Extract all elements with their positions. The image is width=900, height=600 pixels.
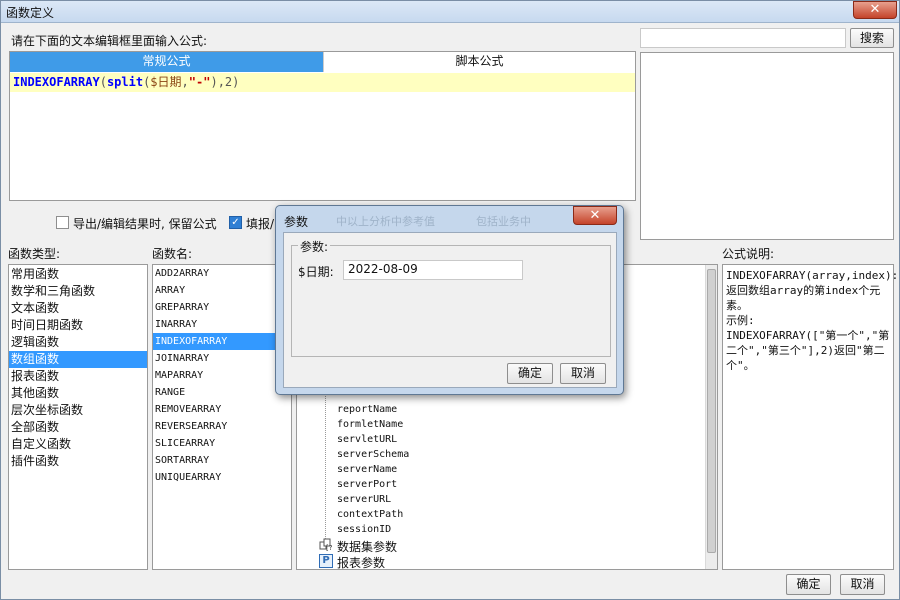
function-type-list[interactable]: 常用函数 数学和三角函数 文本函数 时间日期函数 逻辑函数 数组函数 报表函数 … bbox=[8, 264, 148, 570]
background-title-fragment: 包括业务中 bbox=[476, 215, 531, 228]
function-name-item[interactable]: REVERSEARRAY bbox=[153, 418, 291, 435]
description-line: 二个","第三个"],2)返回"第二 bbox=[726, 344, 885, 357]
description-line: INDEXOFARRAY(["第一个","第 bbox=[726, 329, 890, 342]
dataset-param-icon: [?] bbox=[319, 538, 335, 552]
function-name-item[interactable]: JOINARRAY bbox=[153, 350, 291, 367]
formula-editor[interactable]: 常规公式 脚本公式 INDEXOFARRAY(split($日期,"-"),2) bbox=[9, 51, 636, 201]
formula-string: "-" bbox=[188, 75, 211, 89]
date-param-input[interactable]: 2022-08-09 bbox=[343, 260, 523, 280]
editor-instruction: 请在下面的文本编辑框里面输入公式: bbox=[11, 34, 208, 48]
tree-group-dataset-params[interactable]: 数据集参数 bbox=[337, 538, 397, 555]
parameter-group: 参数: $日期: 2022-08-09 bbox=[291, 238, 611, 357]
function-name-header: 函数名: bbox=[152, 247, 193, 261]
keep-formula-checkbox[interactable] bbox=[56, 216, 69, 229]
tree-item[interactable]: contextPath bbox=[337, 507, 403, 522]
parameter-dialog-body: 参数: $日期: 2022-08-09 确定 取消 bbox=[283, 232, 617, 388]
function-name-item[interactable]: SLICEARRAY bbox=[153, 435, 291, 452]
description-line: 个"。 bbox=[726, 359, 755, 372]
parameter-ok-button[interactable]: 确定 bbox=[507, 363, 553, 384]
parameter-dialog-title: 参数 bbox=[284, 215, 309, 229]
function-name-item[interactable]: GREPARRAY bbox=[153, 299, 291, 316]
description-panel: INDEXOFARRAY(array,index): 返回数组array的第in… bbox=[722, 264, 899, 570]
ok-button[interactable]: 确定 bbox=[786, 574, 831, 595]
description-line: 返回数组array的第index个元 bbox=[726, 284, 881, 297]
svg-text:[?]: [?] bbox=[326, 544, 333, 551]
function-name-item[interactable]: ARRAY bbox=[153, 282, 291, 299]
function-type-item[interactable]: 自定义函数 bbox=[9, 436, 147, 453]
cancel-button[interactable]: 取消 bbox=[840, 574, 885, 595]
function-type-item[interactable]: 逻辑函数 bbox=[9, 334, 147, 351]
parameter-cancel-button[interactable]: 取消 bbox=[560, 363, 606, 384]
keep-formula-label: 导出/编辑结果时, 保留公式 bbox=[73, 217, 217, 231]
formula-comma: , bbox=[181, 75, 189, 89]
window-titlebar: 函数定义 ✕ bbox=[1, 1, 899, 23]
parameter-dialog-close-button[interactable]: ✕ bbox=[573, 206, 617, 225]
function-type-item-selected[interactable]: 数组函数 bbox=[9, 351, 147, 368]
fill-option-label: 填报/ bbox=[246, 217, 275, 231]
function-type-item[interactable]: 插件函数 bbox=[9, 453, 147, 470]
formula-paren: ) bbox=[210, 75, 218, 89]
function-type-item[interactable]: 层次坐标函数 bbox=[9, 402, 147, 419]
tree-scrollbar-thumb[interactable] bbox=[707, 269, 716, 553]
tree-item[interactable]: formletName bbox=[337, 417, 403, 432]
window-close-button[interactable]: ✕ bbox=[853, 1, 897, 19]
function-name-item[interactable]: INARRAY bbox=[153, 316, 291, 333]
function-name-item[interactable]: SORTARRAY bbox=[153, 452, 291, 469]
report-param-icon: P bbox=[319, 554, 333, 568]
tree-item[interactable]: serverURL bbox=[337, 492, 391, 507]
tree-item[interactable]: serverName bbox=[337, 462, 397, 477]
parameter-dialog: 参数 中以上分析中参考值 包括业务中 ✕ 参数: $日期: 2022-08-09… bbox=[275, 205, 624, 395]
fill-option-checkbox[interactable]: ✓ bbox=[229, 216, 242, 229]
function-name-item[interactable]: RANGE bbox=[153, 384, 291, 401]
window-title: 函数定义 bbox=[6, 6, 55, 20]
tab-script-formula[interactable]: 脚本公式 bbox=[323, 52, 635, 72]
function-type-item[interactable]: 时间日期函数 bbox=[9, 317, 147, 334]
tab-regular-formula[interactable]: 常规公式 bbox=[10, 52, 323, 72]
tree-guide-line bbox=[325, 385, 326, 545]
tree-item[interactable]: serverSchema bbox=[337, 447, 409, 462]
function-name-list[interactable]: ADD2ARRAY ARRAY GREPARRAY INARRAY INDEXO… bbox=[152, 264, 292, 570]
function-name-item[interactable]: UNIQUEARRAY bbox=[153, 469, 291, 486]
tree-item[interactable]: servletURL bbox=[337, 432, 397, 447]
function-type-item[interactable]: 全部函数 bbox=[9, 419, 147, 436]
date-param-label: $日期: bbox=[298, 265, 334, 279]
background-title-fragment: 中以上分析中参考值 bbox=[336, 215, 435, 228]
function-type-item[interactable]: 其他函数 bbox=[9, 385, 147, 402]
formula-tail: ,2) bbox=[217, 75, 240, 89]
function-name-item-selected[interactable]: INDEXOFARRAY bbox=[153, 333, 291, 350]
function-name-item[interactable]: REMOVEARRAY bbox=[153, 401, 291, 418]
search-input[interactable] bbox=[640, 28, 846, 48]
formula-inner-function: split bbox=[106, 75, 144, 89]
function-name-item[interactable]: MAPARRAY bbox=[153, 367, 291, 384]
function-name-item[interactable]: ADD2ARRAY bbox=[153, 265, 291, 282]
tree-item[interactable]: serverPort bbox=[337, 477, 397, 492]
search-button[interactable]: 搜索 bbox=[850, 28, 894, 48]
formula-function: INDEXOFARRAY bbox=[13, 75, 100, 89]
search-results-panel[interactable] bbox=[640, 52, 894, 240]
function-type-item[interactable]: 常用函数 bbox=[9, 266, 147, 283]
function-type-header: 函数类型: bbox=[8, 247, 61, 261]
description-line: 示例: bbox=[726, 314, 755, 327]
formula-variable: $日期 bbox=[150, 75, 182, 89]
description-line: INDEXOFARRAY(array,index): bbox=[726, 269, 899, 282]
description-header: 公式说明: bbox=[722, 247, 775, 261]
tree-group-report-params[interactable]: 报表参数 bbox=[337, 554, 385, 571]
formula-paren: ( bbox=[99, 75, 107, 89]
formula-text-line[interactable]: INDEXOFARRAY(split($日期,"-"),2) bbox=[10, 73, 635, 92]
function-type-item[interactable]: 文本函数 bbox=[9, 300, 147, 317]
function-type-item[interactable]: 数学和三角函数 bbox=[9, 283, 147, 300]
tree-item[interactable]: reportName bbox=[337, 402, 397, 417]
tree-item[interactable]: sessionID bbox=[337, 522, 391, 537]
parameter-group-label: 参数: bbox=[298, 238, 331, 255]
description-line: 素。 bbox=[726, 299, 748, 312]
tree-scrollbar[interactable] bbox=[705, 265, 717, 569]
function-type-item[interactable]: 报表函数 bbox=[9, 368, 147, 385]
